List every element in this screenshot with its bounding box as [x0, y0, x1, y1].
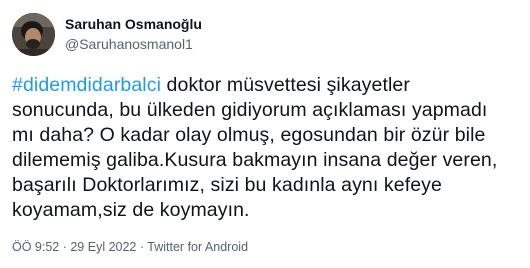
tweet-text-line: mı daha? O kadar olay olmuş, egosundan b…: [12, 124, 486, 146]
tweet-meta: ÖÖ 9:52 · 29 Eyl 2022 · Twitter for Andr…: [12, 239, 248, 255]
meta-separator: ·: [136, 240, 148, 254]
tweet-author: Saruhan Osmanoğlu @Saruhanosmanol1: [65, 15, 202, 53]
tweet-text-line: başarılı Doktorlarımız, sizi bu kadınla …: [12, 174, 442, 196]
tweet-text-line: dilememiş galiba.Kusura bakmayın insana …: [12, 149, 498, 171]
tweet-text-line: doktor müsvettesi şikayetler: [161, 74, 410, 96]
tweet-date[interactable]: 29 Eyl 2022: [70, 240, 136, 254]
tweet-time[interactable]: ÖÖ 9:52: [12, 240, 59, 254]
tweet-text-line: koyamam,siz de koymayın.: [12, 199, 250, 221]
hashtag-link[interactable]: #didemdidarbalci: [12, 74, 161, 96]
avatar[interactable]: [12, 13, 55, 56]
meta-separator: ·: [59, 240, 71, 254]
profile-photo-icon: [12, 13, 55, 56]
tweet-source[interactable]: Twitter for Android: [147, 240, 248, 254]
author-name[interactable]: Saruhan Osmanoğlu: [65, 15, 202, 33]
author-handle[interactable]: @Saruhanosmanol1: [65, 35, 202, 53]
tweet-text-line: sonucunda, bu ülkeden gidiyorum açıklama…: [12, 99, 488, 121]
tweet-text: #didemdidarbalci doktor müsvettesi şikay…: [12, 73, 518, 223]
tweet-card: Saruhan Osmanoğlu @Saruhanosmanol1 #dide…: [0, 0, 530, 268]
